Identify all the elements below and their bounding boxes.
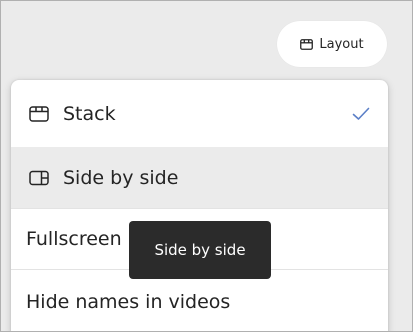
menu-item-label: Stack bbox=[63, 102, 116, 125]
tooltip-text: Side by side bbox=[154, 241, 246, 259]
app-frame: Layout Stack Side by side Fullscreen Hid… bbox=[0, 0, 413, 332]
menu-item-side-by-side[interactable]: Side by side bbox=[11, 147, 388, 208]
menu-item-stack[interactable]: Stack bbox=[11, 80, 388, 147]
menu-item-label: Hide names in videos bbox=[26, 291, 231, 313]
tooltip: Side by side bbox=[129, 221, 271, 279]
layout-menu: Stack Side by side Fullscreen Hide names bbox=[11, 80, 388, 331]
stack-layout-icon bbox=[29, 105, 55, 122]
checkmark-icon bbox=[352, 104, 370, 126]
menu-item-label: Fullscreen bbox=[26, 228, 122, 250]
stack-layout-icon bbox=[300, 38, 314, 50]
layout-button[interactable]: Layout bbox=[277, 21, 387, 67]
layout-button-label: Layout bbox=[319, 36, 364, 52]
side-by-side-icon bbox=[29, 170, 55, 186]
menu-item-label: Side by side bbox=[63, 166, 179, 189]
